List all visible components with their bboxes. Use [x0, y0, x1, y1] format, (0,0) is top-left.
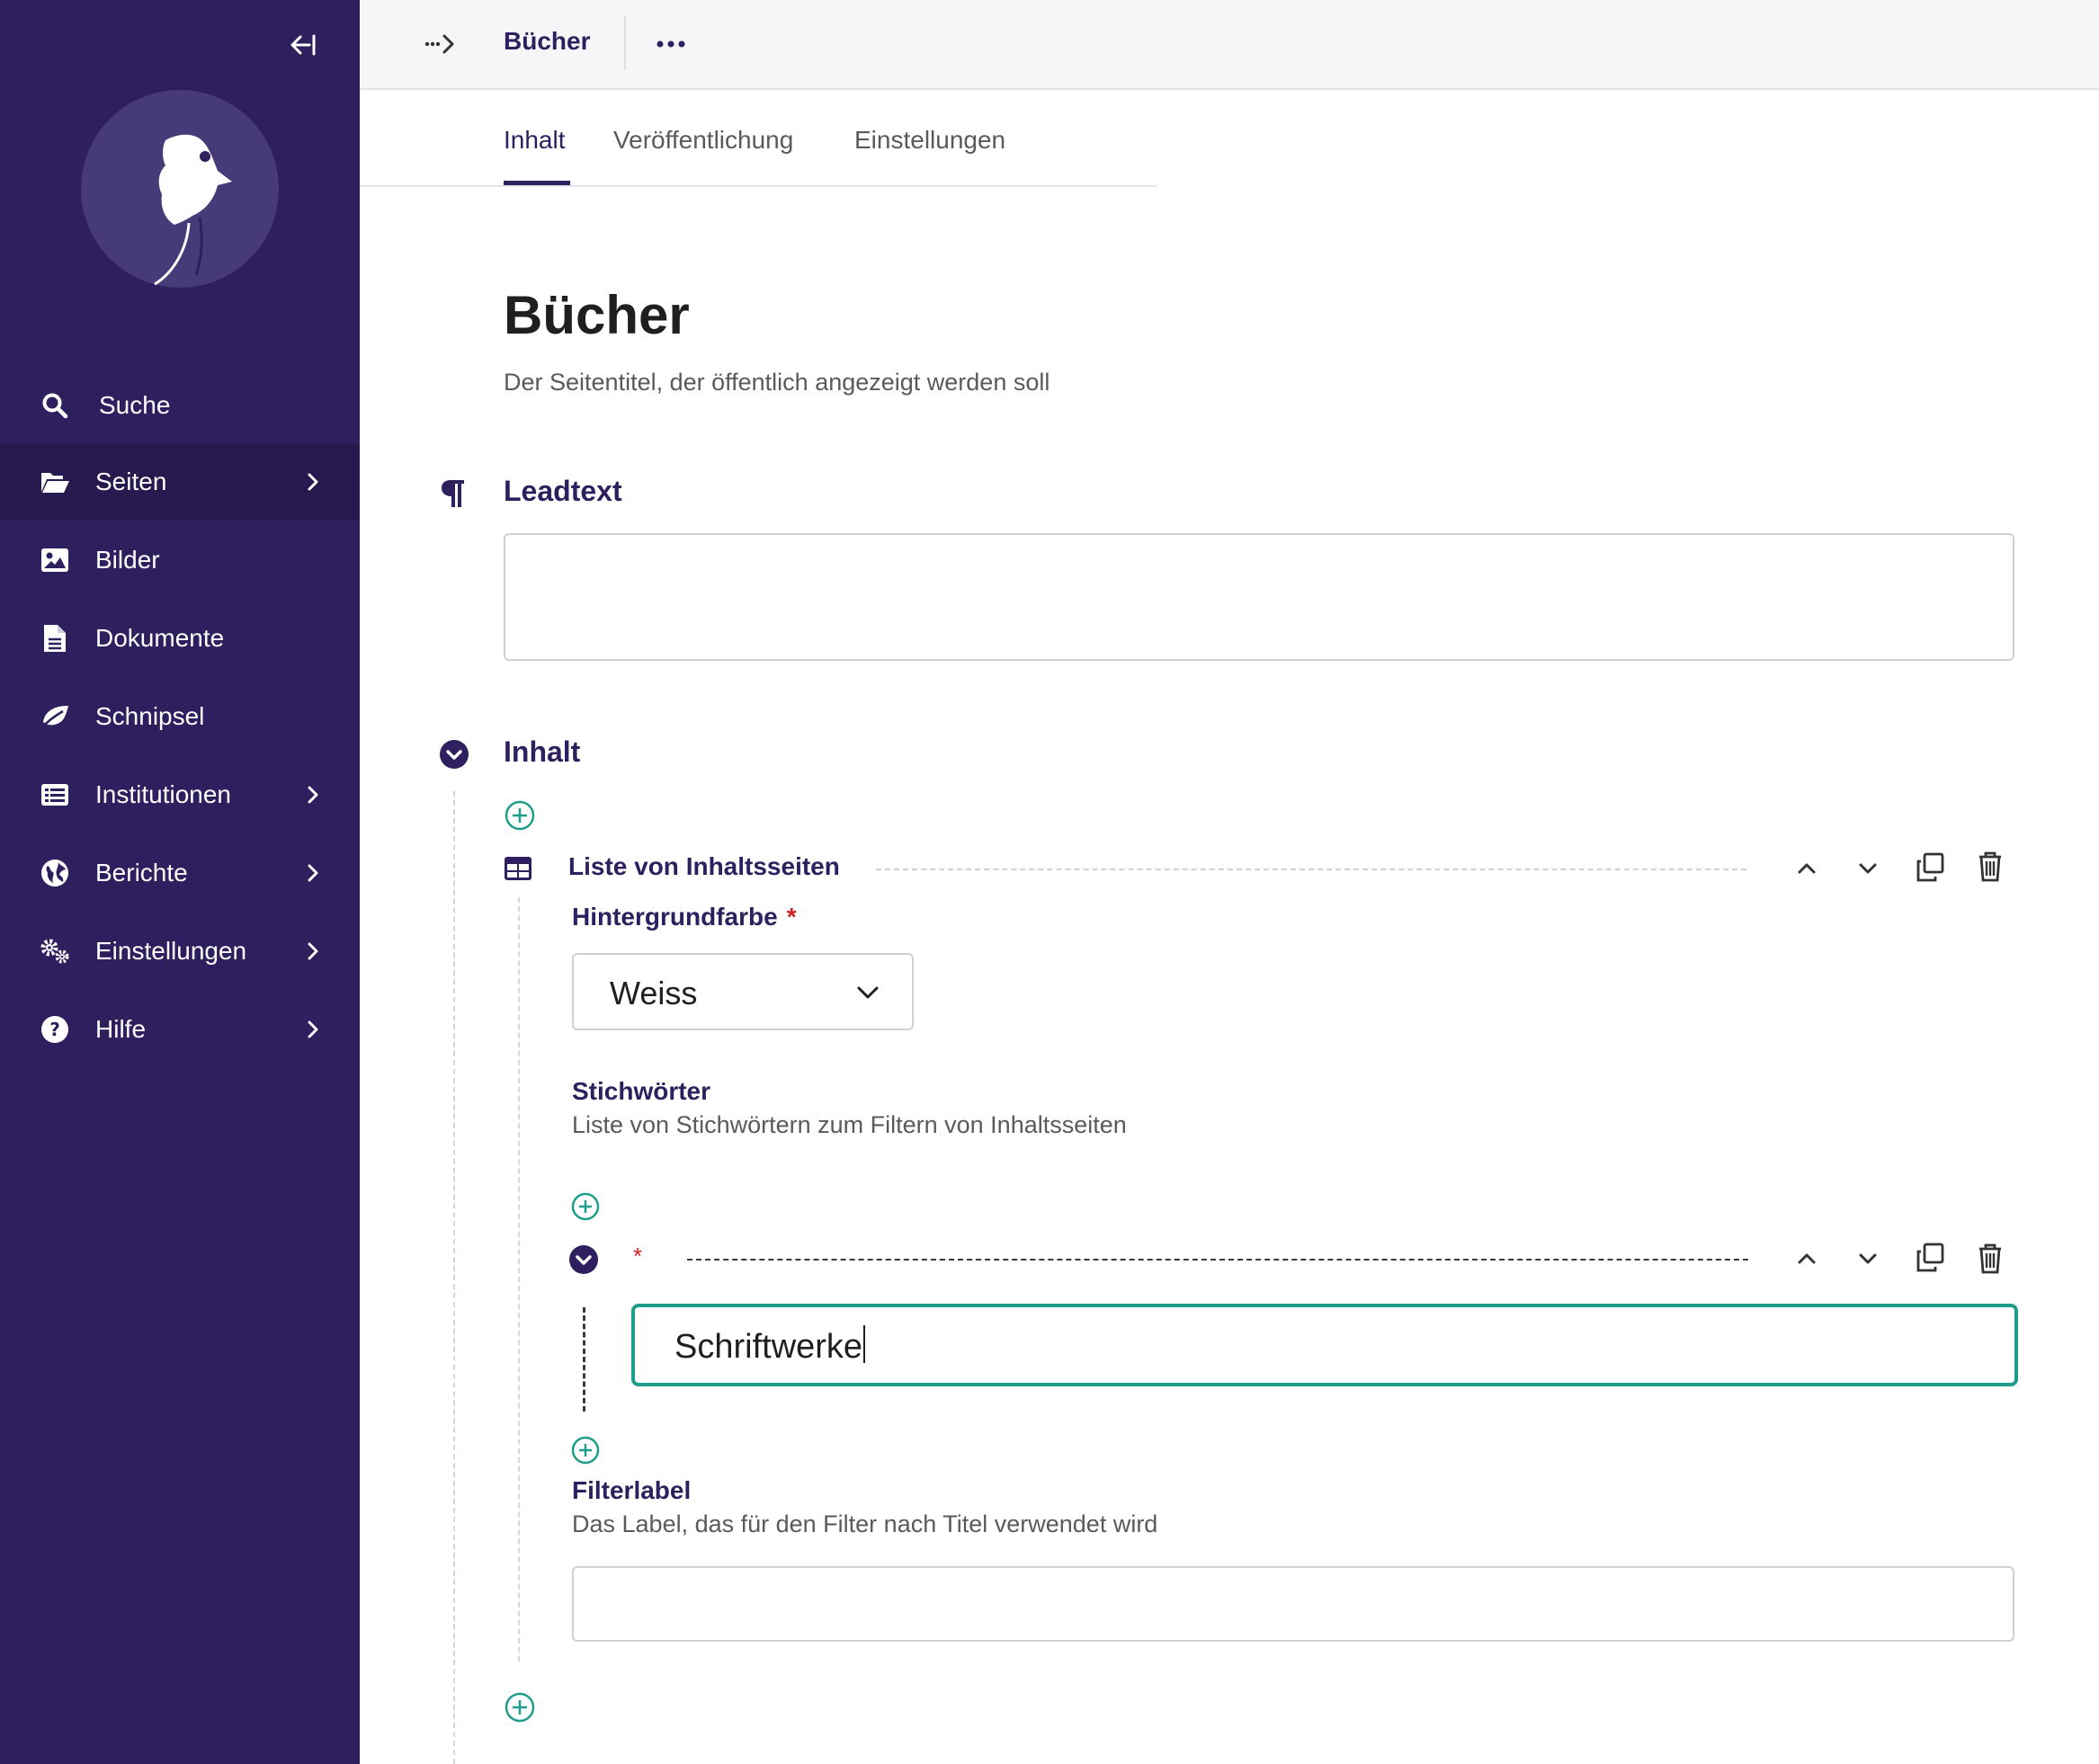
- table-icon: [505, 857, 531, 880]
- filter-label-input[interactable]: [572, 1566, 2014, 1642]
- sidebar: Suche Seiten Bilder Dokumente Schnipsel …: [0, 0, 360, 1764]
- move-down-icon[interactable]: [1854, 1248, 1881, 1270]
- content-section-label: Inhalt: [504, 735, 581, 768]
- sidebar-item-institutions[interactable]: Institutionen: [0, 756, 360, 833]
- duplicate-icon[interactable]: [1916, 1243, 1944, 1273]
- list-icon: [40, 780, 70, 810]
- chevron-right-icon: [308, 473, 318, 491]
- sidebar-item-label: Berichte: [95, 859, 188, 886]
- collapse-sidebar-button[interactable]: [284, 27, 320, 63]
- sidebar-item-search[interactable]: Suche: [0, 367, 360, 444]
- text-caret: [863, 1325, 866, 1363]
- sidebar-item-label: Schnipsel: [95, 702, 205, 730]
- filter-help-text: Das Label, das für den Filter nach Titel…: [572, 1510, 1158, 1537]
- keyword-input[interactable]: Schriftwerke: [631, 1304, 2018, 1386]
- background-color-select[interactable]: Weiss: [572, 953, 914, 1030]
- cogs-icon: [40, 936, 70, 967]
- delete-icon[interactable]: [1977, 1243, 2004, 1275]
- leadtext-input[interactable]: [504, 533, 2014, 661]
- duplicate-icon[interactable]: [1916, 852, 1944, 883]
- sidebar-item-images[interactable]: Bilder: [0, 521, 360, 599]
- page-title-field[interactable]: Bücher: [504, 284, 690, 346]
- chevron-down-icon: [857, 986, 879, 999]
- leadtext-label: Leadtext: [504, 475, 622, 507]
- chevron-right-icon: [308, 1020, 318, 1038]
- sidebar-item-label: Hilfe: [95, 1015, 147, 1043]
- tab-content[interactable]: Inhalt: [504, 126, 566, 155]
- add-block-icon[interactable]: [505, 800, 535, 831]
- search-icon: [40, 390, 70, 421]
- folder-open-icon: [40, 467, 70, 497]
- sidebar-item-label: Seiten: [95, 468, 167, 495]
- item-header-divider: [687, 1259, 1748, 1261]
- collapse-icon: [290, 34, 316, 56]
- active-tab-indicator: [504, 181, 570, 185]
- move-up-icon[interactable]: [1793, 858, 1820, 879]
- keywords-label: Stichwörter: [572, 1077, 711, 1105]
- item-required-mark: *: [633, 1243, 643, 1270]
- svg-text:?: ?: [49, 1019, 60, 1040]
- more-actions-icon[interactable]: [653, 31, 689, 58]
- keyword-input-value: Schriftwerke: [674, 1325, 866, 1367]
- header-divider: [624, 16, 626, 70]
- required-mark: *: [786, 903, 797, 931]
- snippet-icon: [40, 701, 70, 732]
- header-page-title[interactable]: Bücher: [504, 27, 590, 56]
- sidebar-item-label: Bilder: [95, 546, 160, 574]
- chevron-right-icon: [308, 786, 318, 804]
- bird-logo-icon: [81, 90, 279, 288]
- move-down-icon[interactable]: [1854, 858, 1881, 879]
- sidebar-item-label: Suche: [99, 391, 171, 419]
- tab-settings[interactable]: Einstellungen: [854, 126, 1005, 155]
- breadcrumb-toggle-icon[interactable]: [423, 29, 459, 59]
- sidebar-item-label: Dokumente: [95, 624, 225, 652]
- keywords-help-text: Liste von Stichwörtern zum Filtern von I…: [572, 1111, 1127, 1138]
- add-block-icon[interactable]: [505, 1692, 535, 1723]
- editor-tabs: Inhalt Veröffentlichung Einstellungen: [360, 88, 1157, 187]
- background-color-value: Weiss: [610, 975, 698, 1011]
- delete-icon[interactable]: [1977, 851, 2004, 883]
- title-help-text: Der Seitentitel, der öffentlich angezeig…: [504, 369, 1050, 396]
- sidebar-item-label: Institutionen: [95, 780, 231, 808]
- section-guide-line: [453, 791, 455, 1764]
- header-bar: Bücher: [360, 0, 2099, 90]
- image-icon: [40, 545, 70, 575]
- sidebar-item-settings[interactable]: Einstellungen: [0, 913, 360, 990]
- sidebar-item-reports[interactable]: Berichte: [0, 834, 360, 912]
- tab-publishing[interactable]: Veröffentlichung: [613, 126, 793, 155]
- help-icon: ?: [40, 1014, 70, 1045]
- block-guide-line: [518, 897, 520, 1662]
- sidebar-item-documents[interactable]: Dokumente: [0, 600, 360, 677]
- wagtail-logo[interactable]: [79, 88, 281, 290]
- sidebar-item-label: Einstellungen: [95, 937, 247, 965]
- add-keyword-icon[interactable]: [570, 1191, 601, 1222]
- sidebar-item-snippets[interactable]: Schnipsel: [0, 678, 360, 755]
- sidebar-item-help[interactable]: ? Hilfe: [0, 991, 360, 1068]
- move-up-icon[interactable]: [1793, 1248, 1820, 1270]
- block-header-divider: [876, 869, 1746, 870]
- background-color-label-text: Hintergrundfarbe: [572, 903, 778, 931]
- chevron-right-icon: [308, 942, 318, 960]
- document-icon: [40, 623, 70, 654]
- collapse-section-icon[interactable]: [439, 739, 469, 770]
- chevron-right-icon: [308, 864, 318, 882]
- collapse-item-icon[interactable]: [568, 1244, 599, 1275]
- paragraph-icon: [442, 480, 464, 507]
- background-color-label: Hintergrundfarbe *: [572, 903, 797, 931]
- globe-icon: [40, 858, 70, 888]
- filter-label: Filterlabel: [572, 1476, 692, 1504]
- block-title[interactable]: Liste von Inhaltsseiten: [568, 852, 840, 881]
- sidebar-item-pages[interactable]: Seiten: [0, 443, 360, 521]
- add-keyword-icon[interactable]: [570, 1435, 601, 1466]
- keyword-text: Schriftwerke: [674, 1328, 863, 1366]
- item-guide-line: [583, 1307, 585, 1412]
